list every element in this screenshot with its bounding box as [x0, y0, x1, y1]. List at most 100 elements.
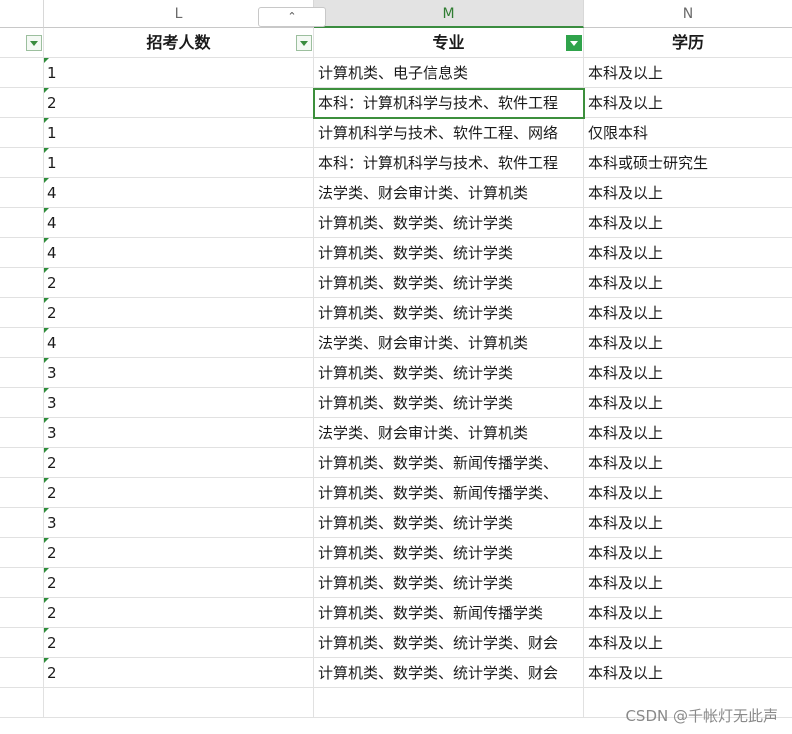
filter-icon[interactable] — [296, 35, 312, 51]
row-number[interactable] — [0, 58, 44, 88]
cell-major[interactable]: 计算机类、数学类、统计学类 — [314, 388, 584, 418]
cell-count[interactable]: 1 — [44, 58, 314, 88]
row-number[interactable] — [0, 298, 44, 328]
cell-count[interactable]: 4 — [44, 208, 314, 238]
cell-degree[interactable]: 本科及以上 — [584, 568, 792, 598]
cell-major[interactable]: 计算机类、数学类、新闻传播学类、 — [314, 448, 584, 478]
cell-count[interactable]: 4 — [44, 238, 314, 268]
cell-count[interactable]: 2 — [44, 448, 314, 478]
row-header-corner[interactable] — [0, 0, 44, 28]
cell-major[interactable] — [314, 688, 584, 718]
cell-count[interactable]: 3 — [44, 358, 314, 388]
row-number[interactable] — [0, 88, 44, 118]
row-number[interactable] — [0, 598, 44, 628]
cell-degree[interactable]: 本科及以上 — [584, 208, 792, 238]
cell-major[interactable]: 计算机类、数学类、统计学类 — [314, 268, 584, 298]
cell-count[interactable]: 3 — [44, 388, 314, 418]
cell-count[interactable]: 4 — [44, 328, 314, 358]
cell-count[interactable] — [44, 688, 314, 718]
cell-count[interactable]: 2 — [44, 568, 314, 598]
header-cell-count[interactable]: 招考人数 — [44, 28, 314, 58]
cell-degree[interactable]: 本科及以上 — [584, 358, 792, 388]
cell-major[interactable]: 本科：计算机科学与技术、软件工程 — [314, 88, 584, 118]
cell-count[interactable]: 1 — [44, 118, 314, 148]
row-number[interactable] — [0, 688, 44, 718]
cell-degree[interactable]: 本科及以上 — [584, 448, 792, 478]
cell-count[interactable]: 2 — [44, 88, 314, 118]
cell-degree[interactable]: 本科及以上 — [584, 538, 792, 568]
cell-degree[interactable]: 本科及以上 — [584, 178, 792, 208]
row-number[interactable] — [0, 148, 44, 178]
row-number[interactable] — [0, 268, 44, 298]
cell-count[interactable]: 2 — [44, 628, 314, 658]
row-number[interactable] — [0, 118, 44, 148]
collapse-group-button[interactable]: ⌃ — [258, 7, 326, 27]
cell-degree[interactable]: 本科及以上 — [584, 88, 792, 118]
cell-count[interactable]: 2 — [44, 658, 314, 688]
cell-count[interactable]: 1 — [44, 148, 314, 178]
table-row: 2 计算机类、数学类、新闻传播学类、 本科及以上 — [0, 478, 792, 508]
row-number[interactable] — [0, 328, 44, 358]
table-row: 3 计算机类、数学类、统计学类 本科及以上 — [0, 508, 792, 538]
cell-major[interactable]: 计算机类、数学类、统计学类、财会 — [314, 628, 584, 658]
row-number[interactable] — [0, 178, 44, 208]
cell-degree[interactable]: 本科及以上 — [584, 268, 792, 298]
row-number[interactable] — [0, 388, 44, 418]
row-number[interactable] — [0, 238, 44, 268]
filter-icon[interactable] — [26, 35, 42, 51]
cell-major[interactable]: 计算机类、数学类、统计学类 — [314, 568, 584, 598]
cell-degree[interactable]: 本科及以上 — [584, 58, 792, 88]
cell-major[interactable]: 计算机类、数学类、统计学类 — [314, 358, 584, 388]
cell-degree[interactable]: 本科或硕士研究生 — [584, 148, 792, 178]
cell-major[interactable]: 计算机类、数学类、统计学类 — [314, 238, 584, 268]
row-number[interactable] — [0, 358, 44, 388]
row-number[interactable] — [0, 628, 44, 658]
cell-degree[interactable]: 本科及以上 — [584, 298, 792, 328]
cell-degree[interactable]: 本科及以上 — [584, 598, 792, 628]
cell-degree[interactable]: 本科及以上 — [584, 238, 792, 268]
cell-degree[interactable]: 本科及以上 — [584, 478, 792, 508]
cell-major[interactable]: 计算机类、数学类、统计学类 — [314, 508, 584, 538]
cell-major[interactable]: 计算机类、数学类、统计学类 — [314, 208, 584, 238]
cell-major[interactable]: 计算机类、电子信息类 — [314, 58, 584, 88]
cell-major[interactable]: 计算机类、数学类、统计学类 — [314, 298, 584, 328]
cell-major[interactable]: 计算机类、数学类、统计学类、财会 — [314, 658, 584, 688]
row-number[interactable] — [0, 508, 44, 538]
cell-count[interactable]: 2 — [44, 268, 314, 298]
cell-count[interactable]: 4 — [44, 178, 314, 208]
cell-major[interactable]: 本科：计算机科学与技术、软件工程 — [314, 148, 584, 178]
row-number[interactable] — [0, 418, 44, 448]
cell-major[interactable]: 计算机类、数学类、统计学类 — [314, 538, 584, 568]
cell-degree[interactable]: 本科及以上 — [584, 628, 792, 658]
cell-count[interactable]: 2 — [44, 538, 314, 568]
row-number[interactable] — [0, 208, 44, 238]
cell-count[interactable]: 2 — [44, 598, 314, 628]
cell-degree[interactable]: 本科及以上 — [584, 658, 792, 688]
cell-degree[interactable]: 本科及以上 — [584, 418, 792, 448]
row-number[interactable] — [0, 448, 44, 478]
row-number[interactable] — [0, 538, 44, 568]
column-header-M[interactable]: M — [314, 0, 584, 28]
cell-degree[interactable]: 本科及以上 — [584, 328, 792, 358]
cell-degree[interactable]: 本科及以上 — [584, 388, 792, 418]
cell-major[interactable]: 法学类、财会审计类、计算机类 — [314, 178, 584, 208]
cell-count[interactable]: 2 — [44, 478, 314, 508]
cell-major[interactable]: 计算机类、数学类、新闻传播学类 — [314, 598, 584, 628]
row-number[interactable] — [0, 478, 44, 508]
cell-count[interactable]: 3 — [44, 508, 314, 538]
row-number[interactable] — [0, 568, 44, 598]
cell-major[interactable]: 计算机科学与技术、软件工程、网络 — [314, 118, 584, 148]
cell-major[interactable]: 法学类、财会审计类、计算机类 — [314, 418, 584, 448]
cell-count[interactable]: 2 — [44, 298, 314, 328]
filter-active-icon[interactable] — [566, 35, 582, 51]
cell-count[interactable]: 3 — [44, 418, 314, 448]
table-row: 3 计算机类、数学类、统计学类 本科及以上 — [0, 358, 792, 388]
cell-degree[interactable]: 仅限本科 — [584, 118, 792, 148]
cell-major[interactable]: 法学类、财会审计类、计算机类 — [314, 328, 584, 358]
row-number[interactable] — [0, 658, 44, 688]
column-header-N[interactable]: N — [584, 0, 792, 28]
header-cell-degree[interactable]: 学历 — [584, 28, 792, 58]
header-cell-major[interactable]: 专业 — [314, 28, 584, 58]
cell-degree[interactable]: 本科及以上 — [584, 508, 792, 538]
cell-major[interactable]: 计算机类、数学类、新闻传播学类、 — [314, 478, 584, 508]
